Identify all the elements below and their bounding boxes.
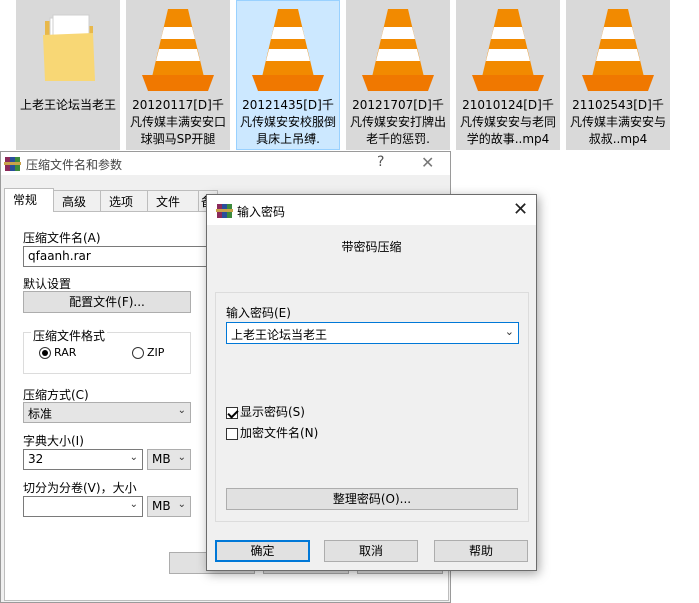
file-item-video[interactable]: 20120117[D]千凡传媒丰满安安口球驷马SP开腿 <box>126 0 230 150</box>
dict-size-select[interactable]: 32 ⌄ <box>23 449 143 470</box>
vlc-cone-icon <box>237 3 339 95</box>
help-icon[interactable]: ? <box>377 154 384 170</box>
dialog-title: 压缩文件名和参数 <box>26 158 123 172</box>
password-value: 上老王论坛当老王 <box>231 328 328 342</box>
password-panel: 输入密码(E) 上老王论坛当老王 ⌄ 显示密码(S) 加密文件名(N) 整理密码… <box>215 292 529 522</box>
method-value: 标准 <box>28 407 53 421</box>
archive-name-input[interactable]: qfaanh.rar <box>23 246 213 267</box>
show-password-label: 显示密码(S) <box>240 405 305 419</box>
chevron-down-icon: ⌄ <box>129 452 138 463</box>
tab-options[interactable]: 选项 <box>100 190 148 211</box>
file-name: 20120117[D]千凡传媒丰满安安口球驷马SP开腿 <box>129 98 226 146</box>
vlc-cone-icon <box>127 3 229 95</box>
folder-icon <box>17 3 119 95</box>
dialog-heading: 带密码压缩 <box>341 240 402 254</box>
dict-unit: MB <box>152 452 171 466</box>
dialog-titlebar[interactable]: 压缩文件名和参数 ? ✕ <box>1 151 450 175</box>
method-select[interactable]: 标准 ⌄ <box>23 402 191 423</box>
show-password-checkbox[interactable]: 显示密码(S) <box>226 403 305 420</box>
password-label: 输入密码(E) <box>226 306 291 320</box>
close-icon[interactable]: ✕ <box>513 199 528 220</box>
chevron-down-icon: ⌄ <box>177 499 186 510</box>
radio-selected-icon <box>39 347 51 359</box>
tab-files[interactable]: 文件 <box>147 190 199 211</box>
winrar-icon <box>4 156 22 175</box>
format-zip-radio[interactable]: ZIP <box>132 346 164 359</box>
close-icon[interactable]: ✕ <box>421 153 434 172</box>
chevron-down-icon: ⌄ <box>177 405 186 416</box>
organize-passwords-button[interactable]: 整理密码(O)... <box>226 488 518 510</box>
dict-unit-select[interactable]: MB ⌄ <box>147 449 191 470</box>
password-dialog: 输入密码 ✕ 带密码压缩 输入密码(E) 上老王论坛当老王 ⌄ 显示密码(S) … <box>206 194 537 571</box>
winrar-icon <box>216 203 234 222</box>
vlc-cone-icon <box>347 3 449 95</box>
tab-general[interactable]: 常规 <box>4 188 54 212</box>
ok-button[interactable]: 确定 <box>215 540 310 562</box>
chevron-down-icon: ⌄ <box>129 499 138 510</box>
dict-label: 字典大小(I) <box>23 434 84 448</box>
file-item-folder[interactable]: 上老王论坛当老王 <box>16 0 120 150</box>
split-unit-select[interactable]: MB ⌄ <box>147 496 191 517</box>
profiles-button[interactable]: 配置文件(F)... <box>23 291 191 313</box>
file-item-video[interactable]: 21010124[D]千凡传媒安安与老同学的故事..mp4 <box>456 0 560 150</box>
chevron-down-icon: ⌄ <box>177 452 186 463</box>
checkbox-empty-icon <box>226 427 238 440</box>
vlc-cone-icon <box>567 3 669 95</box>
dict-value: 32 <box>28 452 44 466</box>
file-name: 21010124[D]千凡传媒安安与老同学的故事..mp4 <box>459 98 556 146</box>
encrypt-names-checkbox[interactable]: 加密文件名(N) <box>226 424 318 441</box>
split-unit: MB <box>152 499 171 513</box>
radio-empty-icon <box>132 347 144 359</box>
split-label: 切分为分卷(V)，大小 <box>23 481 137 495</box>
password-input[interactable]: 上老王论坛当老王 ⌄ <box>226 322 519 344</box>
encrypt-names-label: 加密文件名(N) <box>240 426 319 440</box>
default-settings-label: 默认设置 <box>23 277 72 291</box>
dialog-title: 输入密码 <box>237 205 286 219</box>
cancel-button[interactable]: 取消 <box>324 540 418 562</box>
file-name: 20121707[D]千凡传媒安安打牌出老千的惩罚. <box>349 98 446 146</box>
dialog-titlebar[interactable]: 输入密码 ✕ <box>207 195 536 225</box>
file-item-video-selected[interactable]: 20121435[D]千凡传媒安安校服倒具床上吊缚. <box>236 0 340 150</box>
format-rar-label: RAR <box>54 346 77 359</box>
split-size-select[interactable]: ⌄ <box>23 496 143 517</box>
chevron-down-icon[interactable]: ⌄ <box>505 325 514 338</box>
file-name: 21102543[D]千凡传媒丰满安安与叔叔..mp4 <box>569 98 666 146</box>
format-zip-label: ZIP <box>147 346 165 359</box>
format-rar-radio[interactable]: RAR <box>39 346 76 359</box>
format-group-label: 压缩文件格式 <box>31 327 108 344</box>
tab-advanced[interactable]: 高级 <box>53 190 101 211</box>
method-label: 压缩方式(C) <box>23 388 89 402</box>
file-list: 上老王论坛当老王 20120117[D]千凡传媒丰满安安口球驷马SP开腿 201… <box>0 0 699 152</box>
file-item-video[interactable]: 20121707[D]千凡传媒安安打牌出老千的惩罚. <box>346 0 450 150</box>
file-name: 上老王论坛当老王 <box>19 98 116 112</box>
vlc-cone-icon <box>457 3 559 95</box>
archive-name-label: 压缩文件名(A) <box>23 231 101 245</box>
file-name: 20121435[D]千凡传媒安安校服倒具床上吊缚. <box>239 98 336 146</box>
help-button[interactable]: 帮助 <box>434 540 528 562</box>
checkbox-checked-icon <box>226 406 238 419</box>
file-item-video[interactable]: 21102543[D]千凡传媒丰满安安与叔叔..mp4 <box>566 0 670 150</box>
